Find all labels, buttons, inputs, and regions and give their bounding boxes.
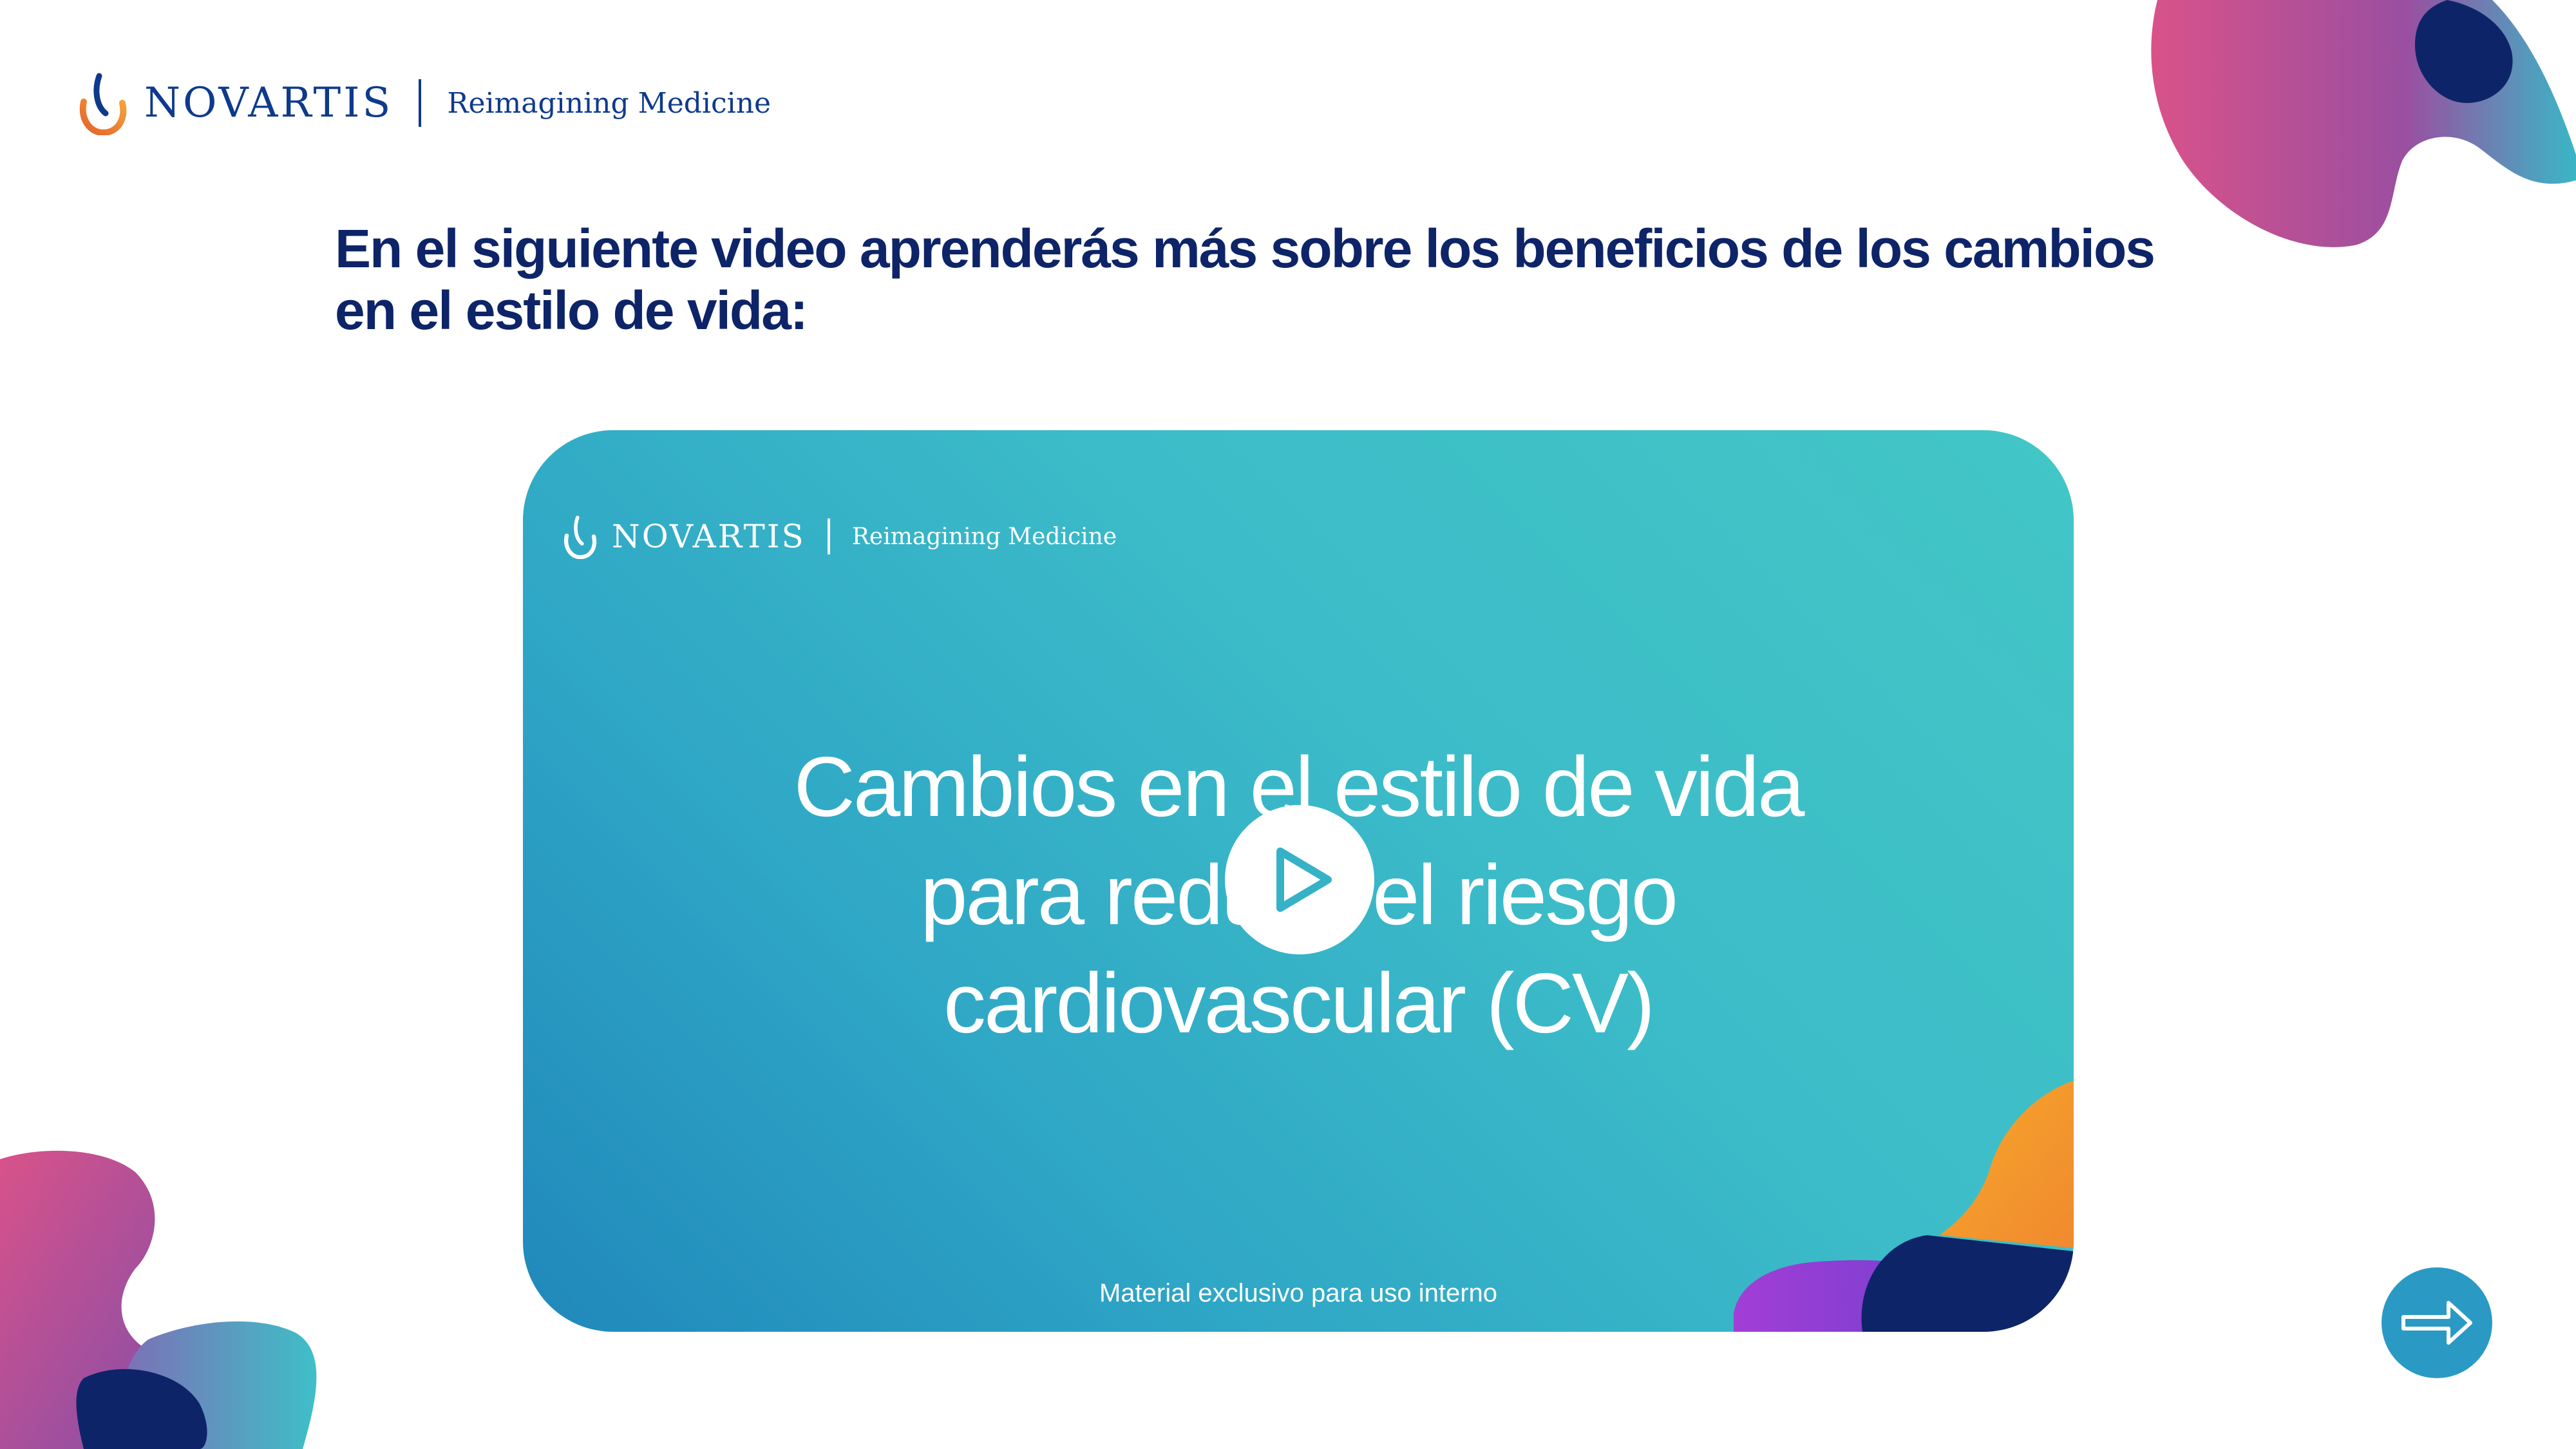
video-brand-name: NOVARTIS [612,518,806,555]
page-heading: En el siguiente video aprenderás más sob… [335,218,2267,341]
novartis-logo: NOVARTIS Reimagining Medicine [77,64,771,142]
heading-line-1: En el siguiente video aprenderás más sob… [335,218,2155,279]
brand-tagline: Reimagining Medicine [447,86,772,120]
heading-line-2: en el estilo de vida: [335,280,808,341]
brand-name: NOVARTIS [144,79,393,127]
play-icon [1276,848,1332,912]
video-brand-tagline: Reimagining Medicine [851,523,1117,550]
play-button[interactable] [1225,805,1374,954]
logo-divider [419,79,422,127]
arrow-right-icon [2401,1301,2472,1345]
video-title-line-3: cardiovascular (CV) [943,956,1655,1050]
decorative-blob-bottom-left [0,1150,317,1449]
video-novartis-logo: NOVARTIS Reimagining Medicine [562,514,1117,559]
novartis-flame-icon [79,73,127,135]
video-logo-divider [827,518,830,554]
video-player[interactable]: NOVARTIS Reimagining Medicine Cambios en… [523,430,2074,1332]
video-footer-note: Material exclusivo para uso interno [1099,1279,1498,1307]
next-button[interactable] [2382,1267,2492,1378]
video-novartis-flame-icon [564,515,597,559]
